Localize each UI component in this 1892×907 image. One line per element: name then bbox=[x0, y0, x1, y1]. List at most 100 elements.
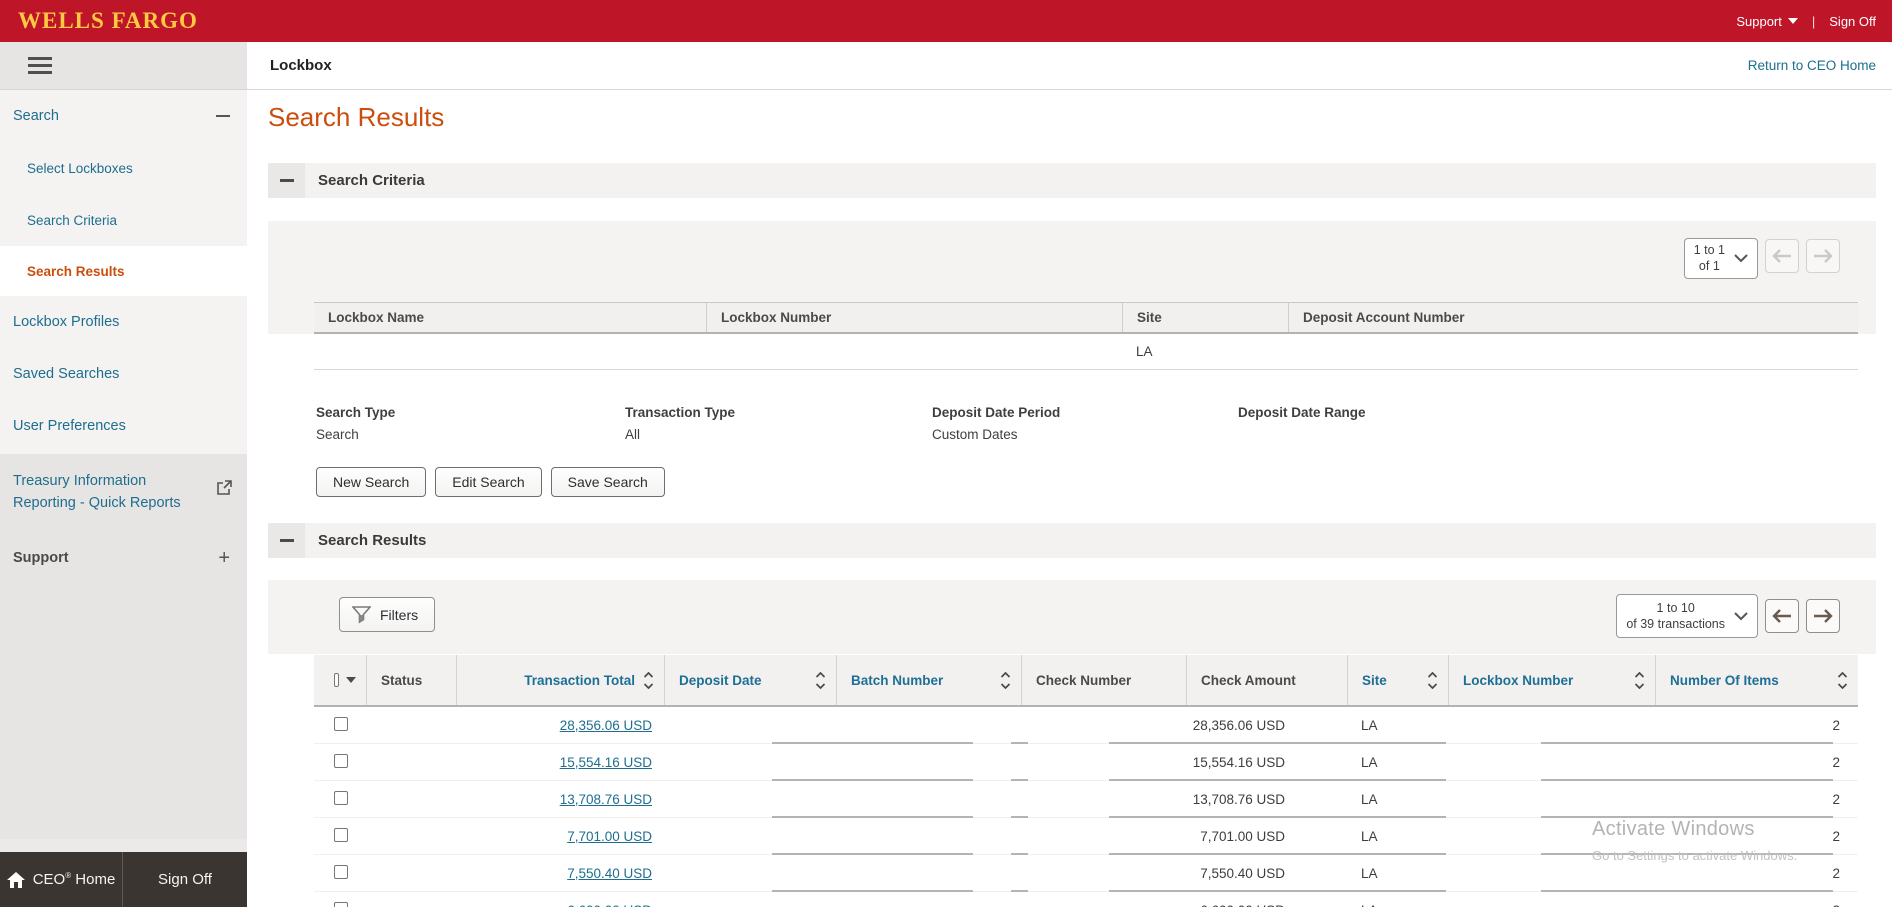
cell-number-of-items: 2 bbox=[1832, 754, 1840, 770]
cell-transaction-total: 13,708.76 USD bbox=[456, 792, 664, 807]
cell-check-amount: 7,550.40 USD bbox=[1200, 865, 1285, 881]
transaction-total-link[interactable]: 6,600.00 USD bbox=[567, 903, 652, 907]
transaction-total-link[interactable]: 28,356.06 USD bbox=[560, 718, 652, 733]
sidebar-item-support[interactable]: Support + bbox=[0, 532, 247, 584]
arrow-right-icon bbox=[1814, 609, 1833, 623]
support-menu[interactable]: Support bbox=[1736, 14, 1798, 29]
sort-control[interactable] bbox=[1427, 671, 1438, 690]
main-content: Search Results Search Criteria 1 to 1 of … bbox=[247, 90, 1892, 907]
sidebar-item-select-lockboxes[interactable]: Select Lockboxes bbox=[0, 142, 247, 194]
cell-number-of-items: 2 bbox=[1655, 903, 1858, 907]
results-table-body: 28,356.06 USD 28,356.06 USD LA 2 15,554.16 U… bbox=[314, 707, 1858, 907]
page-title: Search Results bbox=[268, 102, 445, 132]
column-header-lockbox-number[interactable]: Lockbox Number bbox=[1448, 655, 1655, 705]
column-header-deposit-date[interactable]: Deposit Date bbox=[664, 655, 836, 705]
column-header-check-number: Check Number bbox=[1021, 655, 1186, 705]
home-icon bbox=[6, 871, 25, 888]
cell-site: LA bbox=[1361, 865, 1378, 881]
sidebar-nav: Search Select Lockboxes Search Criteria Sea… bbox=[0, 90, 247, 584]
sidebar-item-search-criteria[interactable]: Search Criteria bbox=[0, 194, 247, 246]
sort-control[interactable] bbox=[1837, 671, 1848, 690]
sidebar-toggle-strip bbox=[0, 42, 247, 90]
external-link-icon bbox=[217, 480, 232, 495]
table-row: 6,600.00 USD6,600.00 USDLA2 bbox=[314, 892, 1858, 907]
sidebar-item-search-results[interactable]: Search Results bbox=[0, 246, 247, 296]
transaction-total-link[interactable]: 7,550.40 USD bbox=[567, 866, 652, 881]
sort-control[interactable] bbox=[815, 671, 826, 690]
sidebar-item-label: Support bbox=[13, 550, 69, 566]
cell-check-amount: 13,708.76 USD bbox=[1192, 791, 1285, 807]
column-header-batch-number[interactable]: Batch Number bbox=[836, 655, 1021, 705]
sidebar-item-lockbox-profiles[interactable]: Lockbox Profiles bbox=[0, 296, 247, 348]
topbar: WELLS FARGO Support | Sign Off bbox=[0, 0, 1892, 42]
cell-number-of-items: 2 bbox=[1832, 791, 1840, 807]
section-title: Search Criteria bbox=[318, 172, 425, 189]
collapse-search-criteria-button[interactable] bbox=[268, 163, 305, 198]
criteria-column-header-lockbox-name: Lockbox Name bbox=[328, 310, 425, 325]
select-all-menu-caret[interactable] bbox=[346, 677, 356, 683]
sidebar-item-search[interactable]: Search bbox=[0, 90, 247, 142]
ceo-home-link[interactable]: CEO® Home bbox=[0, 852, 123, 907]
search-criteria-section-header: Search Criteria bbox=[268, 163, 1876, 198]
column-header-status: Status bbox=[366, 655, 456, 705]
cell-select bbox=[314, 864, 366, 882]
cell-site: LA bbox=[1361, 754, 1378, 770]
sidebar-item-saved-searches[interactable]: Saved Searches bbox=[0, 348, 247, 400]
return-to-ceo-home-link[interactable]: Return to CEO Home bbox=[1748, 58, 1876, 73]
column-header-transaction-total[interactable]: Transaction Total bbox=[456, 655, 664, 705]
sidebar: Search Select Lockboxes Search Criteria Sea… bbox=[0, 90, 247, 907]
ceo-home-label: CEO® Home bbox=[32, 871, 116, 888]
filter-funnel-icon bbox=[352, 605, 371, 623]
cell-select bbox=[314, 790, 366, 808]
row-checkbox[interactable] bbox=[334, 716, 348, 731]
save-search-button[interactable]: Save Search bbox=[550, 467, 665, 497]
row-checkbox[interactable] bbox=[334, 753, 348, 768]
minus-icon bbox=[279, 179, 294, 182]
transaction-total-link[interactable]: 13,708.76 USD bbox=[560, 792, 652, 807]
results-page-range-select[interactable]: 1 to 10 of 39 transactions bbox=[1616, 594, 1758, 638]
select-all-checkbox[interactable] bbox=[334, 673, 339, 687]
results-next-page-button[interactable] bbox=[1806, 599, 1840, 633]
hamburger-icon bbox=[28, 57, 52, 60]
row-checkbox[interactable] bbox=[334, 790, 348, 805]
sort-control[interactable] bbox=[643, 671, 654, 690]
new-search-button[interactable]: New Search bbox=[316, 467, 427, 497]
criteria-next-page-button bbox=[1806, 239, 1840, 273]
cell-site: LA bbox=[1361, 717, 1378, 733]
expand-section-icon[interactable]: + bbox=[218, 548, 230, 568]
edit-search-button[interactable]: Edit Search bbox=[435, 467, 542, 497]
filters-button[interactable]: Filters bbox=[339, 597, 436, 632]
sort-control[interactable] bbox=[1634, 671, 1645, 690]
sidebar-item-treasury-information-reporting-quick-reports[interactable]: Treasury Information Reporting - Quick R… bbox=[0, 452, 247, 532]
sidebar-item-user-preferences[interactable]: User Preferences bbox=[0, 400, 247, 452]
field-label: Deposit Date Period bbox=[932, 405, 1061, 420]
column-label: Batch Number bbox=[851, 672, 944, 688]
cell-transaction-total: 7,701.00 USD bbox=[456, 829, 664, 844]
cell-select bbox=[314, 753, 366, 771]
row-checkbox[interactable] bbox=[334, 864, 348, 879]
criteria-page-range-select[interactable]: 1 to 1 of 1 bbox=[1683, 238, 1758, 279]
field-transaction-type: Transaction Type All bbox=[625, 405, 932, 443]
field-value: Custom Dates bbox=[932, 427, 1018, 442]
row-checkbox[interactable] bbox=[334, 901, 348, 907]
field-value: All bbox=[625, 427, 641, 442]
column-header-site[interactable]: Site bbox=[1347, 655, 1448, 705]
collapse-search-results-button[interactable] bbox=[268, 523, 305, 558]
transaction-total-link[interactable]: 7,701.00 USD bbox=[567, 829, 652, 844]
sort-control[interactable] bbox=[1000, 671, 1011, 690]
results-previous-page-button[interactable] bbox=[1765, 599, 1799, 633]
column-label: Status bbox=[381, 672, 423, 688]
search-results-toolbar: Filters 1 to 10 of 39 transactions bbox=[268, 580, 1876, 654]
footer-sign-off-link[interactable]: Sign Off bbox=[123, 852, 247, 907]
row-checkbox[interactable] bbox=[334, 827, 348, 842]
collapse-section-icon[interactable] bbox=[216, 115, 230, 117]
arrow-right-icon bbox=[1814, 249, 1833, 263]
cell-site: LA bbox=[1347, 903, 1448, 907]
menu-toggle-button[interactable] bbox=[28, 57, 52, 74]
sort-arrows-icon bbox=[1000, 671, 1011, 689]
column-header-number-of-items[interactable]: Number Of Items bbox=[1655, 655, 1858, 705]
criteria-cell-site: LA bbox=[1136, 344, 1153, 359]
sign-off-link[interactable]: Sign Off bbox=[1829, 14, 1876, 29]
search-results-section-header: Search Results bbox=[268, 523, 1876, 558]
transaction-total-link[interactable]: 15,554.16 USD bbox=[560, 755, 652, 770]
